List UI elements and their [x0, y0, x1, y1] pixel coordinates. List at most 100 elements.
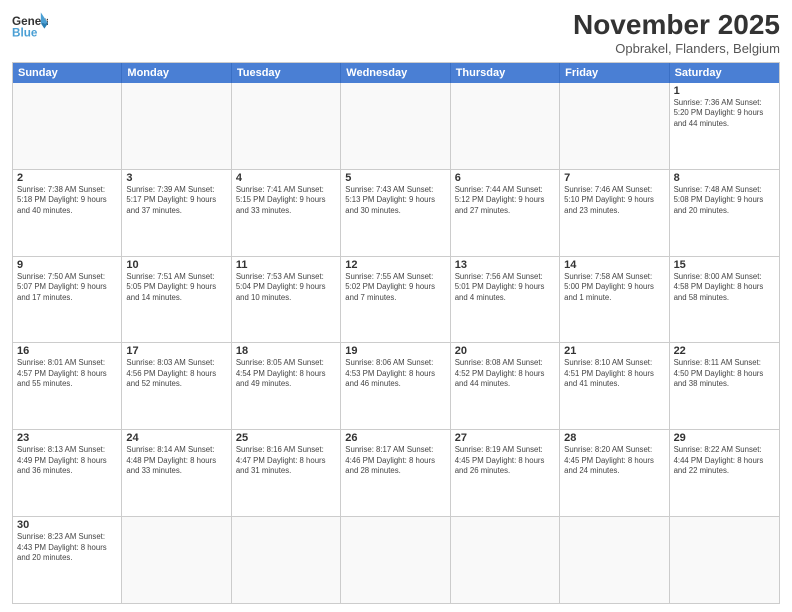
day-number: 6	[455, 172, 555, 184]
cal-row-5: 30Sunrise: 8:23 AM Sunset: 4:43 PM Dayli…	[13, 517, 779, 603]
logo: General Blue	[12, 10, 48, 40]
cal-cell-2-6: 15Sunrise: 8:00 AM Sunset: 4:58 PM Dayli…	[670, 257, 779, 343]
cal-cell-2-1: 10Sunrise: 7:51 AM Sunset: 5:05 PM Dayli…	[122, 257, 231, 343]
cal-cell-4-0: 23Sunrise: 8:13 AM Sunset: 4:49 PM Dayli…	[13, 430, 122, 516]
cal-cell-2-2: 11Sunrise: 7:53 AM Sunset: 5:04 PM Dayli…	[232, 257, 341, 343]
day-info: Sunrise: 8:13 AM Sunset: 4:49 PM Dayligh…	[17, 445, 117, 477]
cal-cell-1-4: 6Sunrise: 7:44 AM Sunset: 5:12 PM Daylig…	[451, 170, 560, 256]
cal-cell-3-5: 21Sunrise: 8:10 AM Sunset: 4:51 PM Dayli…	[560, 343, 669, 429]
page: General Blue November 2025 Opbrakel, Fla…	[0, 0, 792, 612]
day-number: 7	[564, 172, 664, 184]
cal-cell-0-1	[122, 83, 231, 169]
cal-cell-3-6: 22Sunrise: 8:11 AM Sunset: 4:50 PM Dayli…	[670, 343, 779, 429]
day-info: Sunrise: 7:50 AM Sunset: 5:07 PM Dayligh…	[17, 272, 117, 304]
day-info: Sunrise: 7:38 AM Sunset: 5:18 PM Dayligh…	[17, 185, 117, 217]
day-info: Sunrise: 8:14 AM Sunset: 4:48 PM Dayligh…	[126, 445, 226, 477]
day-number: 18	[236, 345, 336, 357]
cal-cell-2-0: 9Sunrise: 7:50 AM Sunset: 5:07 PM Daylig…	[13, 257, 122, 343]
cal-cell-5-3	[341, 517, 450, 603]
day-number: 17	[126, 345, 226, 357]
cal-row-0: 1Sunrise: 7:36 AM Sunset: 5:20 PM Daylig…	[13, 83, 779, 170]
weekday-sunday: Sunday	[13, 63, 122, 83]
cal-cell-1-1: 3Sunrise: 7:39 AM Sunset: 5:17 PM Daylig…	[122, 170, 231, 256]
day-info: Sunrise: 7:39 AM Sunset: 5:17 PM Dayligh…	[126, 185, 226, 217]
cal-cell-3-4: 20Sunrise: 8:08 AM Sunset: 4:52 PM Dayli…	[451, 343, 560, 429]
cal-cell-5-2	[232, 517, 341, 603]
day-number: 27	[455, 432, 555, 444]
cal-cell-0-4	[451, 83, 560, 169]
day-number: 25	[236, 432, 336, 444]
cal-cell-5-6	[670, 517, 779, 603]
weekday-friday: Friday	[560, 63, 669, 83]
weekday-saturday: Saturday	[670, 63, 779, 83]
day-number: 4	[236, 172, 336, 184]
header: General Blue November 2025 Opbrakel, Fla…	[12, 10, 780, 56]
day-info: Sunrise: 8:16 AM Sunset: 4:47 PM Dayligh…	[236, 445, 336, 477]
day-info: Sunrise: 8:10 AM Sunset: 4:51 PM Dayligh…	[564, 358, 664, 390]
weekday-wednesday: Wednesday	[341, 63, 450, 83]
cal-cell-0-6: 1Sunrise: 7:36 AM Sunset: 5:20 PM Daylig…	[670, 83, 779, 169]
day-number: 14	[564, 259, 664, 271]
day-info: Sunrise: 8:19 AM Sunset: 4:45 PM Dayligh…	[455, 445, 555, 477]
cal-cell-5-0: 30Sunrise: 8:23 AM Sunset: 4:43 PM Dayli…	[13, 517, 122, 603]
main-title: November 2025	[573, 10, 780, 41]
day-info: Sunrise: 7:44 AM Sunset: 5:12 PM Dayligh…	[455, 185, 555, 217]
cal-cell-1-2: 4Sunrise: 7:41 AM Sunset: 5:15 PM Daylig…	[232, 170, 341, 256]
cal-cell-3-1: 17Sunrise: 8:03 AM Sunset: 4:56 PM Dayli…	[122, 343, 231, 429]
weekday-monday: Monday	[122, 63, 231, 83]
day-number: 20	[455, 345, 555, 357]
cal-cell-3-0: 16Sunrise: 8:01 AM Sunset: 4:57 PM Dayli…	[13, 343, 122, 429]
day-number: 9	[17, 259, 117, 271]
day-info: Sunrise: 8:05 AM Sunset: 4:54 PM Dayligh…	[236, 358, 336, 390]
subtitle: Opbrakel, Flanders, Belgium	[573, 41, 780, 56]
day-number: 8	[674, 172, 775, 184]
cal-cell-5-1	[122, 517, 231, 603]
cal-cell-1-0: 2Sunrise: 7:38 AM Sunset: 5:18 PM Daylig…	[13, 170, 122, 256]
day-info: Sunrise: 8:22 AM Sunset: 4:44 PM Dayligh…	[674, 445, 775, 477]
cal-cell-4-1: 24Sunrise: 8:14 AM Sunset: 4:48 PM Dayli…	[122, 430, 231, 516]
title-block: November 2025 Opbrakel, Flanders, Belgiu…	[573, 10, 780, 56]
day-number: 19	[345, 345, 445, 357]
svg-text:Blue: Blue	[12, 27, 38, 40]
cal-cell-1-6: 8Sunrise: 7:48 AM Sunset: 5:08 PM Daylig…	[670, 170, 779, 256]
day-info: Sunrise: 8:17 AM Sunset: 4:46 PM Dayligh…	[345, 445, 445, 477]
cal-row-3: 16Sunrise: 8:01 AM Sunset: 4:57 PM Dayli…	[13, 343, 779, 430]
day-number: 11	[236, 259, 336, 271]
calendar-header: Sunday Monday Tuesday Wednesday Thursday…	[13, 63, 779, 83]
cal-cell-0-0	[13, 83, 122, 169]
day-info: Sunrise: 8:23 AM Sunset: 4:43 PM Dayligh…	[17, 532, 117, 564]
day-number: 5	[345, 172, 445, 184]
day-number: 16	[17, 345, 117, 357]
day-info: Sunrise: 7:58 AM Sunset: 5:00 PM Dayligh…	[564, 272, 664, 304]
day-info: Sunrise: 8:00 AM Sunset: 4:58 PM Dayligh…	[674, 272, 775, 304]
cal-row-1: 2Sunrise: 7:38 AM Sunset: 5:18 PM Daylig…	[13, 170, 779, 257]
day-number: 2	[17, 172, 117, 184]
day-info: Sunrise: 7:48 AM Sunset: 5:08 PM Dayligh…	[674, 185, 775, 217]
cal-row-4: 23Sunrise: 8:13 AM Sunset: 4:49 PM Dayli…	[13, 430, 779, 517]
calendar: Sunday Monday Tuesday Wednesday Thursday…	[12, 62, 780, 604]
cal-cell-4-2: 25Sunrise: 8:16 AM Sunset: 4:47 PM Dayli…	[232, 430, 341, 516]
cal-cell-5-4	[451, 517, 560, 603]
cal-cell-4-5: 28Sunrise: 8:20 AM Sunset: 4:45 PM Dayli…	[560, 430, 669, 516]
day-info: Sunrise: 7:36 AM Sunset: 5:20 PM Dayligh…	[674, 98, 775, 130]
day-info: Sunrise: 8:11 AM Sunset: 4:50 PM Dayligh…	[674, 358, 775, 390]
day-info: Sunrise: 7:56 AM Sunset: 5:01 PM Dayligh…	[455, 272, 555, 304]
day-info: Sunrise: 8:01 AM Sunset: 4:57 PM Dayligh…	[17, 358, 117, 390]
cal-row-2: 9Sunrise: 7:50 AM Sunset: 5:07 PM Daylig…	[13, 257, 779, 344]
day-info: Sunrise: 7:51 AM Sunset: 5:05 PM Dayligh…	[126, 272, 226, 304]
cal-cell-2-5: 14Sunrise: 7:58 AM Sunset: 5:00 PM Dayli…	[560, 257, 669, 343]
day-info: Sunrise: 7:43 AM Sunset: 5:13 PM Dayligh…	[345, 185, 445, 217]
cal-cell-4-3: 26Sunrise: 8:17 AM Sunset: 4:46 PM Dayli…	[341, 430, 450, 516]
cal-cell-0-2	[232, 83, 341, 169]
day-info: Sunrise: 7:41 AM Sunset: 5:15 PM Dayligh…	[236, 185, 336, 217]
day-info: Sunrise: 8:06 AM Sunset: 4:53 PM Dayligh…	[345, 358, 445, 390]
cal-cell-5-5	[560, 517, 669, 603]
day-number: 23	[17, 432, 117, 444]
cal-cell-2-4: 13Sunrise: 7:56 AM Sunset: 5:01 PM Dayli…	[451, 257, 560, 343]
day-number: 26	[345, 432, 445, 444]
cal-cell-4-4: 27Sunrise: 8:19 AM Sunset: 4:45 PM Dayli…	[451, 430, 560, 516]
day-info: Sunrise: 7:46 AM Sunset: 5:10 PM Dayligh…	[564, 185, 664, 217]
cal-cell-4-6: 29Sunrise: 8:22 AM Sunset: 4:44 PM Dayli…	[670, 430, 779, 516]
day-number: 22	[674, 345, 775, 357]
calendar-body: 1Sunrise: 7:36 AM Sunset: 5:20 PM Daylig…	[13, 83, 779, 603]
